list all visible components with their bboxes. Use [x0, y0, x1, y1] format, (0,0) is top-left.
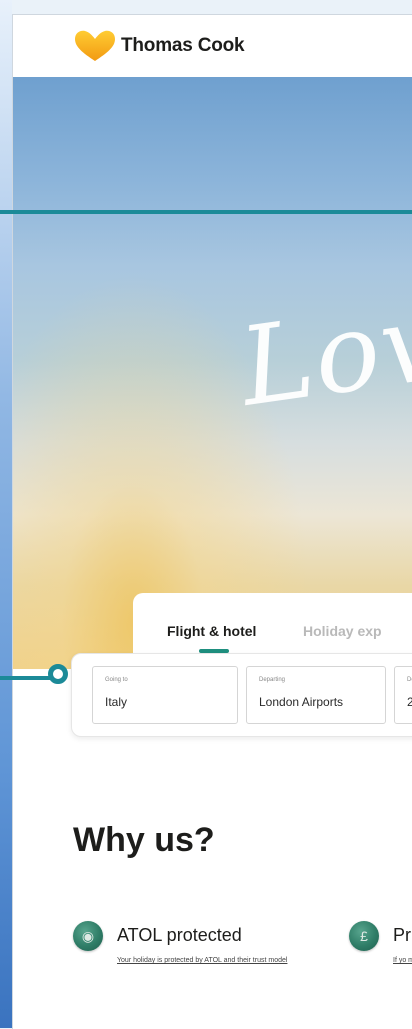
date-field[interactable]: De 20: [394, 666, 412, 724]
brand-name[interactable]: Thomas Cook: [121, 35, 245, 57]
feature-title: ATOL protected: [117, 925, 242, 945]
destination-value: Italy: [105, 695, 128, 709]
departing-value: London Airports: [259, 695, 344, 709]
website-frame: Thomas Cook Lov Flight & hotel Holiday e…: [12, 14, 412, 1029]
search-form: Going to Italy Departing London Airports…: [71, 653, 412, 737]
annotation-line: [0, 210, 412, 214]
date-label: De: [407, 677, 412, 683]
hero-banner: Lov: [13, 77, 412, 669]
feature-desc-link[interactable]: Your holiday is protected by ATOL and th…: [117, 955, 331, 967]
tab-holiday-experiences[interactable]: Holiday exp: [303, 623, 382, 639]
feature-desc-link[interactable]: If yo mat: [393, 955, 412, 967]
date-value: 20: [407, 695, 412, 709]
pound-icon: £: [349, 921, 379, 951]
tab-flight-hotel[interactable]: Flight & hotel: [167, 623, 256, 639]
hero-script-text: Lov: [233, 278, 412, 431]
feature-title: Pr: [393, 925, 411, 945]
atol-icon: ◉: [73, 921, 103, 951]
annotation-pointer-dot: [48, 664, 68, 684]
site-header: Thomas Cook: [13, 15, 412, 77]
departing-field[interactable]: Departing London Airports: [246, 666, 386, 724]
why-us-heading: Why us?: [73, 821, 215, 859]
departing-label: Departing: [259, 677, 286, 683]
left-edge-bar: [0, 0, 12, 1028]
heart-logo-icon: [75, 30, 115, 61]
destination-field[interactable]: Going to Italy: [92, 666, 238, 724]
destination-label: Going to: [105, 677, 128, 683]
search-tabs: Flight & hotel Holiday exp: [133, 593, 412, 657]
